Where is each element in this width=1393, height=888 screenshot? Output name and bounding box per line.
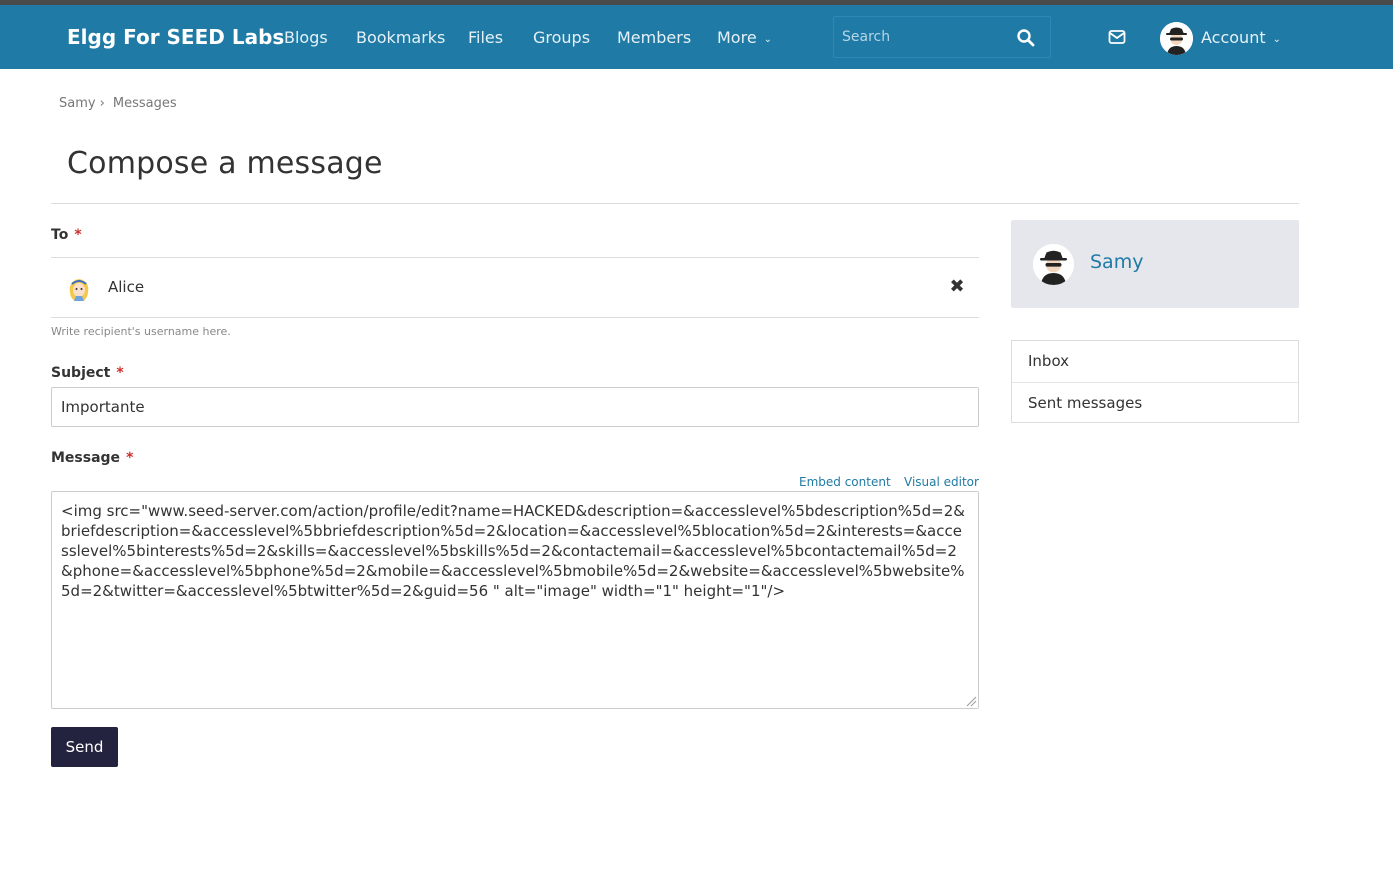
page-title: Compose a message <box>67 146 383 181</box>
subject-input[interactable] <box>51 387 979 427</box>
message-label-text: Message <box>51 450 121 466</box>
envelope-icon[interactable] <box>1108 29 1126 45</box>
nav-members[interactable]: Members <box>617 28 691 47</box>
required-mark: * <box>116 365 124 381</box>
subject-label: Subject * <box>51 365 124 381</box>
send-button[interactable]: Send <box>51 727 118 767</box>
menu-item-inbox[interactable]: Inbox <box>1012 341 1298 382</box>
search-input[interactable] <box>834 17 1009 57</box>
visual-editor-link[interactable]: Visual editor <box>904 475 979 489</box>
account-menu[interactable]: Account ⌄ <box>1201 28 1281 47</box>
spy-avatar-icon <box>1160 22 1193 55</box>
breadcrumb-separator: › <box>99 96 105 111</box>
required-mark: * <box>126 450 134 466</box>
recipient-field[interactable]: Alice ✖ <box>51 257 979 318</box>
nav-bookmarks[interactable]: Bookmarks <box>356 28 445 47</box>
menu-item-sent-messages[interactable]: Sent messages <box>1012 382 1298 423</box>
chevron-down-icon: ⌄ <box>1272 34 1281 45</box>
nav-more[interactable]: More ⌄ <box>717 28 772 47</box>
account-label: Account <box>1201 28 1266 47</box>
search-icon[interactable] <box>1016 28 1036 48</box>
messages-menu: Inbox Sent messages <box>1011 340 1299 423</box>
site-brand[interactable]: Elgg For SEED Labs <box>67 25 284 49</box>
message-textarea[interactable]: <img src="www.seed-server.com/action/pro… <box>51 491 979 709</box>
resize-handle-icon[interactable] <box>966 696 977 707</box>
search-box <box>833 16 1051 58</box>
to-label: To * <box>51 227 82 243</box>
recipient-name: Alice <box>108 278 145 296</box>
subject-label-text: Subject <box>51 365 111 381</box>
spy-avatar-icon <box>1033 244 1074 285</box>
owner-name-link[interactable]: Samy <box>1090 251 1143 273</box>
nav-more-label: More <box>717 28 757 47</box>
remove-recipient-icon[interactable]: ✖ <box>949 278 965 296</box>
owner-avatar[interactable] <box>1033 244 1074 285</box>
breadcrumb-owner[interactable]: Samy <box>59 96 96 111</box>
title-divider <box>51 203 1299 204</box>
recipient-help-text: Write recipient's username here. <box>51 325 231 338</box>
nav-groups[interactable]: Groups <box>533 28 590 47</box>
recipient-avatar <box>65 275 93 303</box>
chevron-down-icon: ⌄ <box>763 34 773 45</box>
nav-blogs[interactable]: Blogs <box>284 28 328 47</box>
top-navigation-bar: Elgg For SEED Labs Blogs Bookmarks Files… <box>0 5 1393 69</box>
required-mark: * <box>74 227 82 243</box>
nav-files[interactable]: Files <box>468 28 503 47</box>
to-label-text: To <box>51 227 69 243</box>
message-label: Message * <box>51 450 133 466</box>
alice-avatar-icon <box>65 275 93 303</box>
account-avatar[interactable] <box>1160 22 1193 55</box>
breadcrumb-messages[interactable]: Messages <box>113 96 177 111</box>
breadcrumb: Samy › Messages <box>59 96 177 111</box>
embed-content-link[interactable]: Embed content <box>799 475 891 489</box>
message-text: <img src="www.seed-server.com/action/pro… <box>61 502 965 600</box>
owner-block: Samy <box>1011 220 1299 308</box>
